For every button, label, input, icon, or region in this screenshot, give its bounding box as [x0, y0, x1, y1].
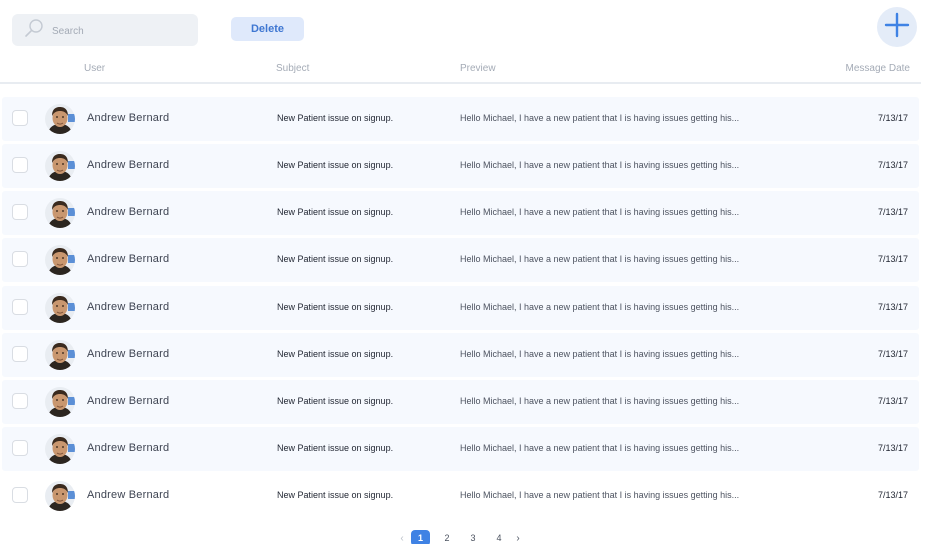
- column-header-preview[interactable]: Preview: [460, 63, 496, 74]
- message-subject: New Patient issue on signup.: [277, 113, 394, 123]
- plus-icon: [884, 12, 910, 43]
- add-message-button[interactable]: [877, 7, 917, 47]
- table-row[interactable]: Andrew Bernard New Patient issue on signu…: [2, 333, 919, 377]
- row-checkbox[interactable]: [12, 440, 28, 456]
- table-row[interactable]: Andrew Bernard New Patient issue on signu…: [2, 474, 919, 518]
- user-name: Andrew Bernard: [87, 206, 170, 218]
- table-row[interactable]: Andrew Bernard New Patient issue on signu…: [2, 427, 919, 471]
- column-header-message-date[interactable]: Message Date: [846, 63, 910, 74]
- page-button-4[interactable]: 4: [486, 533, 512, 543]
- user-name: Andrew Bernard: [87, 159, 170, 171]
- row-checkbox[interactable]: [12, 393, 28, 409]
- message-date: 7/13/17: [877, 302, 908, 312]
- message-preview: Hello Michael, I have a new patient that…: [460, 443, 740, 453]
- message-preview: Hello Michael, I have a new patient that…: [460, 254, 740, 264]
- row-checkbox[interactable]: [12, 346, 28, 362]
- user-name: Andrew Bernard: [87, 442, 170, 454]
- row-checkbox[interactable]: [12, 110, 28, 126]
- message-preview: Hello Michael, I have a new patient that…: [460, 396, 740, 406]
- message-date: 7/13/17: [877, 396, 908, 406]
- user-name: Andrew Bernard: [87, 395, 170, 407]
- page-button-2[interactable]: 2: [434, 533, 460, 543]
- user-name: Andrew Bernard: [87, 253, 170, 265]
- pagination: ‹ 1 2 3 4 ›: [396, 530, 524, 544]
- table-row[interactable]: Andrew Bernard New Patient issue on signu…: [2, 97, 919, 141]
- user-name: Andrew Bernard: [87, 112, 170, 124]
- user-name: Andrew Bernard: [87, 301, 170, 313]
- search-icon: [24, 18, 44, 43]
- message-preview: Hello Michael, I have a new patient that…: [460, 302, 740, 312]
- table-row[interactable]: Andrew Bernard New Patient issue on signu…: [2, 238, 919, 282]
- table-row[interactable]: Andrew Bernard New Patient issue on signu…: [2, 380, 919, 424]
- row-checkbox[interactable]: [12, 487, 28, 503]
- page-button-1[interactable]: 1: [411, 530, 430, 544]
- message-date: 7/13/17: [877, 490, 908, 500]
- message-date: 7/13/17: [877, 254, 908, 264]
- message-date: 7/13/17: [877, 113, 908, 123]
- search-box[interactable]: [12, 14, 198, 46]
- table-row[interactable]: Andrew Bernard New Patient issue on signu…: [2, 191, 919, 235]
- row-checkbox[interactable]: [12, 251, 28, 267]
- table-row[interactable]: Andrew Bernard New Patient issue on signu…: [2, 286, 919, 330]
- message-subject: New Patient issue on signup.: [277, 349, 394, 359]
- avatar: [45, 245, 75, 275]
- message-preview: Hello Michael, I have a new patient that…: [460, 490, 740, 500]
- page-button-3[interactable]: 3: [460, 533, 486, 543]
- message-preview: Hello Michael, I have a new patient that…: [460, 113, 740, 123]
- table-row[interactable]: Andrew Bernard New Patient issue on signu…: [2, 144, 919, 188]
- message-date: 7/13/17: [877, 207, 908, 217]
- avatar: [45, 434, 75, 464]
- message-date: 7/13/17: [877, 160, 908, 170]
- message-subject: New Patient issue on signup.: [277, 207, 394, 217]
- message-preview: Hello Michael, I have a new patient that…: [460, 160, 740, 170]
- message-subject: New Patient issue on signup.: [277, 443, 394, 453]
- delete-button[interactable]: Delete: [231, 17, 304, 41]
- avatar: [45, 293, 75, 323]
- chevron-left-icon[interactable]: ‹: [396, 533, 408, 544]
- message-preview: Hello Michael, I have a new patient that…: [460, 349, 740, 359]
- column-header-user[interactable]: User: [84, 63, 105, 74]
- message-preview: Hello Michael, I have a new patient that…: [460, 207, 740, 217]
- message-date: 7/13/17: [877, 349, 908, 359]
- message-subject: New Patient issue on signup.: [277, 254, 394, 264]
- message-subject: New Patient issue on signup.: [277, 490, 394, 500]
- avatar: [45, 198, 75, 228]
- avatar: [45, 104, 75, 134]
- avatar: [45, 387, 75, 417]
- row-checkbox[interactable]: [12, 157, 28, 173]
- message-subject: New Patient issue on signup.: [277, 396, 394, 406]
- avatar: [45, 151, 75, 181]
- chevron-right-icon[interactable]: ›: [512, 533, 524, 544]
- search-input[interactable]: [50, 24, 194, 38]
- row-checkbox[interactable]: [12, 204, 28, 220]
- table-header: User Subject Preview Message Date: [0, 58, 921, 84]
- message-subject: New Patient issue on signup.: [277, 160, 394, 170]
- user-name: Andrew Bernard: [87, 489, 170, 501]
- message-inbox: Delete User Subject Preview Message Date…: [0, 0, 927, 544]
- avatar: [45, 340, 75, 370]
- row-checkbox[interactable]: [12, 299, 28, 315]
- message-subject: New Patient issue on signup.: [277, 302, 394, 312]
- user-name: Andrew Bernard: [87, 348, 170, 360]
- message-date: 7/13/17: [877, 443, 908, 453]
- avatar: [45, 481, 75, 511]
- column-header-subject[interactable]: Subject: [276, 63, 309, 74]
